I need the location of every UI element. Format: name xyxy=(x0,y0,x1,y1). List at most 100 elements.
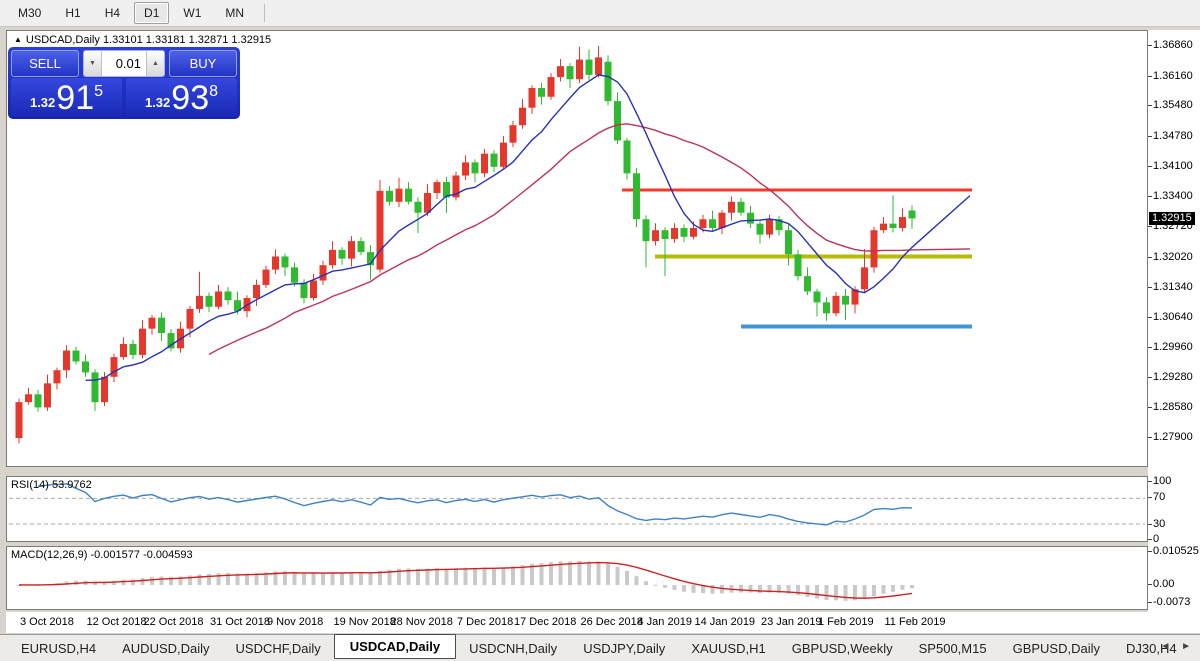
macd-histogram-bar xyxy=(796,585,800,596)
rsi-axis-tick xyxy=(1148,539,1152,540)
candle-body xyxy=(547,77,555,97)
candle-body xyxy=(661,230,669,239)
price-axis-tick xyxy=(1148,165,1152,167)
timeframe-button-m30[interactable]: M30 xyxy=(8,2,51,24)
macd-histogram-bar xyxy=(444,568,449,585)
macd-histogram-bar xyxy=(416,568,420,585)
price-axis-tick xyxy=(1148,136,1152,137)
macd-histogram-bar xyxy=(492,567,496,585)
date-axis-label: 3 Oct 2018 xyxy=(20,616,74,628)
rsi-axis-tick xyxy=(1148,524,1152,525)
candle-body xyxy=(509,125,517,143)
candle-body xyxy=(899,217,906,229)
timeframe-button-d1[interactable]: D1 xyxy=(134,2,170,24)
macd-axis-label: 0.00 xyxy=(1153,578,1175,590)
candle-body xyxy=(196,295,203,309)
price-axis-label: 1.36160 xyxy=(1153,69,1193,82)
price-axis-tick xyxy=(1148,437,1152,439)
candle-body xyxy=(652,230,659,242)
volume-stepper: ▼ 0.01 ▲ xyxy=(83,50,165,77)
tab-scroll-arrows[interactable]: ◄ ► xyxy=(1160,641,1195,652)
candle-body xyxy=(72,350,80,362)
date-axis-label: 17 Dec 2018 xyxy=(514,616,577,628)
tab-audusd-daily[interactable]: AUDUSD,Daily xyxy=(109,637,222,660)
tab-eurusd-h4[interactable]: EURUSD,H4 xyxy=(8,637,109,660)
candle-body xyxy=(576,59,583,80)
tab-gbpusd-daily[interactable]: GBPUSD,Daily xyxy=(1000,637,1113,660)
macd-axis-label: -0.0073 xyxy=(1153,596,1191,608)
volume-increase-button[interactable]: ▲ xyxy=(146,51,164,76)
sell-price-pips: 91 xyxy=(56,79,95,117)
rsi-indicator-panel[interactable] xyxy=(6,476,1148,542)
tab-xauusd-h1[interactable]: XAUUSD,H1 xyxy=(678,637,778,660)
macd-histogram-bar xyxy=(644,581,648,585)
tab-usdjpy-daily[interactable]: USDJPY,Daily xyxy=(570,637,678,660)
macd-histogram-bar xyxy=(596,561,601,585)
candle-body xyxy=(338,249,346,259)
ma-slow-line xyxy=(208,123,971,356)
candle-body xyxy=(623,140,631,174)
tab-usdcnh-daily[interactable]: USDCNH,Daily xyxy=(456,637,570,660)
candle-body xyxy=(63,350,70,371)
candle-body xyxy=(756,223,764,235)
candle-body xyxy=(424,193,431,213)
date-axis-label: 1 Feb 2019 xyxy=(818,616,874,628)
date-axis-label: 14 Jan 2019 xyxy=(694,616,756,628)
macd-histogram-bar xyxy=(140,578,145,585)
macd-histogram-bar xyxy=(815,585,819,599)
tab-usdcad-daily[interactable]: USDCAD,Daily xyxy=(333,634,457,659)
buy-price-pips: 93 xyxy=(171,79,210,117)
candle-body xyxy=(148,317,156,329)
price-axis-label: 1.32020 xyxy=(1153,250,1193,263)
candle-body xyxy=(224,291,232,301)
macd-histogram-bar xyxy=(197,574,202,585)
macd-histogram-bar xyxy=(748,585,753,593)
macd-histogram-bar xyxy=(900,585,905,590)
sell-price-point: 5 xyxy=(94,83,104,100)
timeframe-button-h4[interactable]: H4 xyxy=(95,2,130,24)
candle-body xyxy=(405,188,412,202)
price-axis-tick xyxy=(1148,376,1152,378)
candle-body xyxy=(25,394,32,403)
candle-body xyxy=(300,282,308,299)
price-axis-tick xyxy=(1148,105,1152,107)
chart-symbol-label: USDCAD,Daily xyxy=(25,34,100,46)
candle-body xyxy=(319,265,327,281)
macd-histogram-bar xyxy=(891,585,895,592)
price-axis-tick xyxy=(1148,196,1152,198)
collapse-trade-panel-icon[interactable]: ▲ xyxy=(14,35,22,44)
macd-histogram-bar xyxy=(587,561,591,585)
sell-button[interactable]: SELL xyxy=(11,50,79,77)
candle-body xyxy=(785,230,792,255)
timeframe-button-w1[interactable]: W1 xyxy=(173,2,211,24)
price-axis-label: 1.28580 xyxy=(1153,401,1193,414)
sell-price-display[interactable]: 1.32 91 5 xyxy=(11,78,122,116)
tab-usdchf-daily[interactable]: USDCHF,Daily xyxy=(223,637,334,660)
rsi-axis-label: 100 xyxy=(1153,475,1172,487)
rsi-axis-tick xyxy=(1148,481,1152,482)
price-axis-label: 1.31340 xyxy=(1153,280,1193,293)
candle-body xyxy=(395,188,403,202)
volume-decrease-button[interactable]: ▼ xyxy=(84,51,102,76)
price-axis-tick xyxy=(1148,317,1152,319)
tab-sp500-m15[interactable]: SP500,M15 xyxy=(906,637,1000,660)
volume-value[interactable]: 0.01 xyxy=(102,51,146,76)
candle-body xyxy=(329,249,336,266)
macd-histogram-bar xyxy=(805,585,810,597)
candle-body xyxy=(642,219,650,242)
buy-button[interactable]: BUY xyxy=(169,50,237,77)
timeframe-button-h1[interactable]: H1 xyxy=(55,2,90,24)
macd-histogram-bar xyxy=(454,568,458,585)
date-axis-label: 28 Nov 2018 xyxy=(390,616,453,628)
candle-body xyxy=(53,370,61,384)
candle-body xyxy=(348,241,355,259)
buy-price-display[interactable]: 1.32 93 8 xyxy=(126,78,237,116)
tab-gbpusd-weekly[interactable]: GBPUSD,Weekly xyxy=(779,637,906,660)
candle-body xyxy=(538,88,545,97)
price-axis-label: 1.34100 xyxy=(1153,159,1193,172)
candle-body xyxy=(15,402,23,439)
candle-body xyxy=(718,212,726,229)
timeframe-button-mn[interactable]: MN xyxy=(215,2,254,24)
macd-histogram-bar xyxy=(368,573,373,585)
candle-body xyxy=(680,228,688,237)
